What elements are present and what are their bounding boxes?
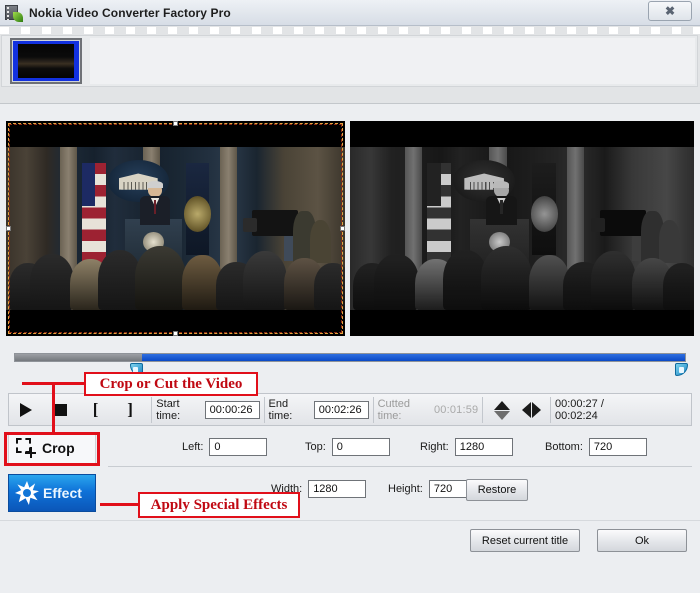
thumbnail-empty-area — [90, 38, 695, 84]
crop-fields: Left: 0 Top: 0 Right: 1280 Bottom: 720 — [120, 430, 692, 466]
restore-button[interactable]: Restore — [466, 479, 528, 501]
toolbar-divider — [482, 396, 484, 423]
video-thumbnail-1[interactable] — [10, 38, 82, 84]
crop-right-label: Right: — [420, 441, 449, 453]
effect-preview[interactable] — [350, 121, 694, 336]
effect-button-label: Effect — [43, 485, 82, 501]
stop-icon — [54, 403, 67, 416]
annotation-highlight-crop-button — [4, 432, 100, 466]
crop-height-label: Height: — [388, 483, 423, 495]
close-icon[interactable]: ✖ — [648, 1, 692, 21]
bracket-out-icon: ] — [127, 399, 133, 419]
seek-slider[interactable] — [14, 353, 686, 362]
flip-horizontal-button[interactable] — [517, 394, 546, 425]
bracket-in-icon: [ — [92, 399, 99, 419]
seek-selection — [142, 354, 685, 361]
end-time-input[interactable]: 00:02:26 — [313, 400, 369, 419]
end-trim-marker[interactable] — [675, 363, 688, 378]
annotation-leader-effects — [100, 503, 138, 506]
transport-toolbar: [ ] Start time: 00:00:26 End time: 00:02… — [8, 393, 692, 426]
effect-button[interactable]: Effect — [8, 474, 96, 512]
toolbar-divider — [151, 396, 153, 423]
effect-video-frame — [350, 121, 694, 336]
annotation-apply-special-effects: Apply Special Effects — [138, 492, 300, 518]
thumbnail-track[interactable] — [1, 35, 698, 87]
flip-vertical-button[interactable] — [487, 394, 516, 425]
crop-left-label: Left: — [182, 441, 204, 453]
annotation-crop-or-cut: Crop or Cut the Video — [84, 372, 258, 396]
crop-row-divider — [108, 466, 692, 467]
cutted-time-value: 00:01:59 — [433, 403, 479, 416]
cutted-time-label: Cutted time: — [377, 397, 411, 422]
annotation-leader-crop-v — [52, 382, 55, 434]
source-video-frame — [6, 121, 345, 336]
mark-in-button[interactable]: [ — [78, 394, 113, 425]
window-title: Nokia Video Converter Factory Pro — [29, 5, 231, 20]
thumbnail-image — [18, 44, 74, 78]
play-button[interactable] — [9, 394, 44, 425]
crop-top-label: Top: — [305, 441, 326, 453]
footer-divider — [0, 520, 700, 521]
start-time-input[interactable]: 00:00:26 — [204, 400, 260, 419]
toolbar-divider — [263, 396, 265, 423]
toolbar-divider — [372, 396, 374, 423]
crop-left-input[interactable]: 0 — [209, 438, 268, 456]
effect-row: Effect Width: 1280 Height: 720 Restore — [0, 472, 700, 516]
ok-button[interactable]: Ok — [597, 529, 687, 552]
crop-top-input[interactable]: 0 — [331, 438, 390, 456]
start-time-label: Start time: — [156, 397, 181, 422]
toolbar-divider — [550, 396, 551, 423]
play-icon — [20, 402, 33, 417]
crop-bottom-label: Bottom: — [545, 441, 583, 453]
footer-bar: Reset current title Ok — [0, 520, 700, 567]
filmstrip-panel — [0, 26, 700, 593]
title-bar: Nokia Video Converter Factory Pro ✖ — [0, 0, 700, 26]
crop-right-input[interactable]: 1280 — [454, 438, 513, 456]
source-preview[interactable] — [6, 121, 345, 336]
mark-out-button[interactable]: ] — [113, 394, 148, 425]
crop-bottom-input[interactable]: 720 — [588, 438, 647, 456]
sparkle-icon — [15, 481, 39, 505]
seek-elapsed — [15, 354, 143, 361]
film-perforation-top — [0, 27, 700, 34]
end-time-label: End time: — [268, 397, 293, 422]
crop-row: Crop Left: 0 Top: 0 Right: 1280 Bottom: … — [0, 430, 700, 470]
app-film-leaf-icon — [5, 4, 23, 22]
position-readout: 00:00:27 / 00:02:24 — [554, 397, 604, 422]
stop-button[interactable] — [44, 394, 79, 425]
reset-current-title-button[interactable]: Reset current title — [470, 529, 580, 552]
crop-width-input[interactable]: 1280 — [308, 480, 367, 498]
preview-area — [0, 105, 700, 345]
